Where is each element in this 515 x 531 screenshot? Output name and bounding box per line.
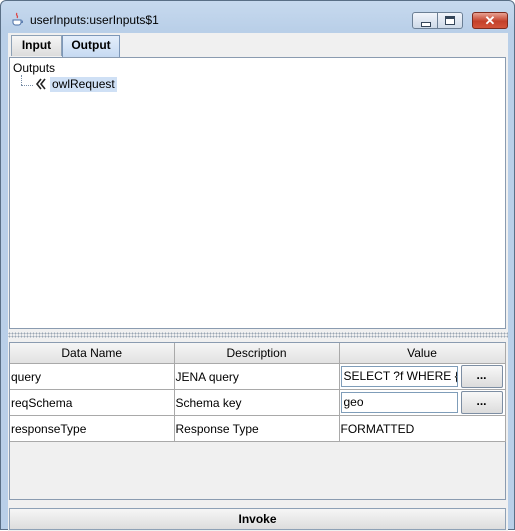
- maximize-icon: [445, 16, 455, 25]
- query-browse-button[interactable]: ...: [460, 365, 503, 388]
- cell-value: geo ...: [338, 389, 506, 416]
- cell-data-name[interactable]: reqSchema: [10, 389, 175, 416]
- reqschema-value-field[interactable]: geo: [340, 392, 458, 413]
- cell-value: SELECT ?f WHERE { ...: [338, 363, 506, 390]
- close-icon: ✕: [484, 13, 496, 28]
- column-header-description[interactable]: Description: [173, 343, 340, 364]
- parameters-table-area: Data Name Description Value query JENA q…: [9, 342, 506, 500]
- column-header-data-name[interactable]: Data Name: [10, 343, 175, 364]
- service-node-icon: [35, 78, 46, 90]
- tab-input[interactable]: Input: [11, 35, 62, 56]
- tab-output[interactable]: Output: [62, 35, 120, 57]
- java-app-icon: [12, 12, 23, 26]
- close-button[interactable]: ✕: [472, 12, 508, 29]
- minimize-icon: [421, 22, 431, 27]
- table-row[interactable]: reqSchema Schema key geo ...: [10, 389, 506, 416]
- query-value-field[interactable]: SELECT ?f WHERE {: [340, 366, 458, 387]
- split-pane-divider[interactable]: [8, 332, 508, 338]
- table-row[interactable]: responseType Response Type FORMATTED: [10, 415, 506, 442]
- table-header-row: Data Name Description Value: [10, 343, 506, 364]
- application-window: userInputs:userInputs$1 ✕ Input Output O…: [0, 0, 515, 531]
- outputs-tree[interactable]: Outputs owlRequest: [9, 57, 506, 329]
- column-header-value[interactable]: Value: [338, 343, 506, 364]
- cell-description[interactable]: Schema key: [173, 389, 340, 416]
- content-pane: Input Output Outputs owlRequest Data Nam…: [8, 33, 508, 531]
- tree-node-owlrequest[interactable]: owlRequest: [50, 77, 117, 92]
- parameters-table: Data Name Description Value query JENA q…: [10, 343, 506, 442]
- table-row[interactable]: query JENA query SELECT ?f WHERE { ...: [10, 363, 506, 390]
- cell-description[interactable]: Response Type: [173, 415, 340, 442]
- reqschema-browse-button[interactable]: ...: [460, 391, 503, 414]
- minimize-button[interactable]: [412, 12, 438, 29]
- tree-root-label: Outputs: [13, 61, 56, 75]
- cell-value[interactable]: FORMATTED: [338, 415, 506, 442]
- tree-connector-vertical: [21, 75, 22, 85]
- cell-data-name[interactable]: query: [10, 363, 175, 390]
- invoke-button[interactable]: Invoke: [9, 508, 506, 530]
- maximize-button[interactable]: [438, 12, 463, 29]
- window-title: userInputs:userInputs$1: [30, 13, 159, 27]
- tree-connector-horizontal: [21, 85, 33, 86]
- cell-description[interactable]: JENA query: [173, 363, 340, 390]
- cell-data-name[interactable]: responseType: [10, 415, 175, 442]
- title-bar[interactable]: userInputs:userInputs$1 ✕: [1, 1, 514, 33]
